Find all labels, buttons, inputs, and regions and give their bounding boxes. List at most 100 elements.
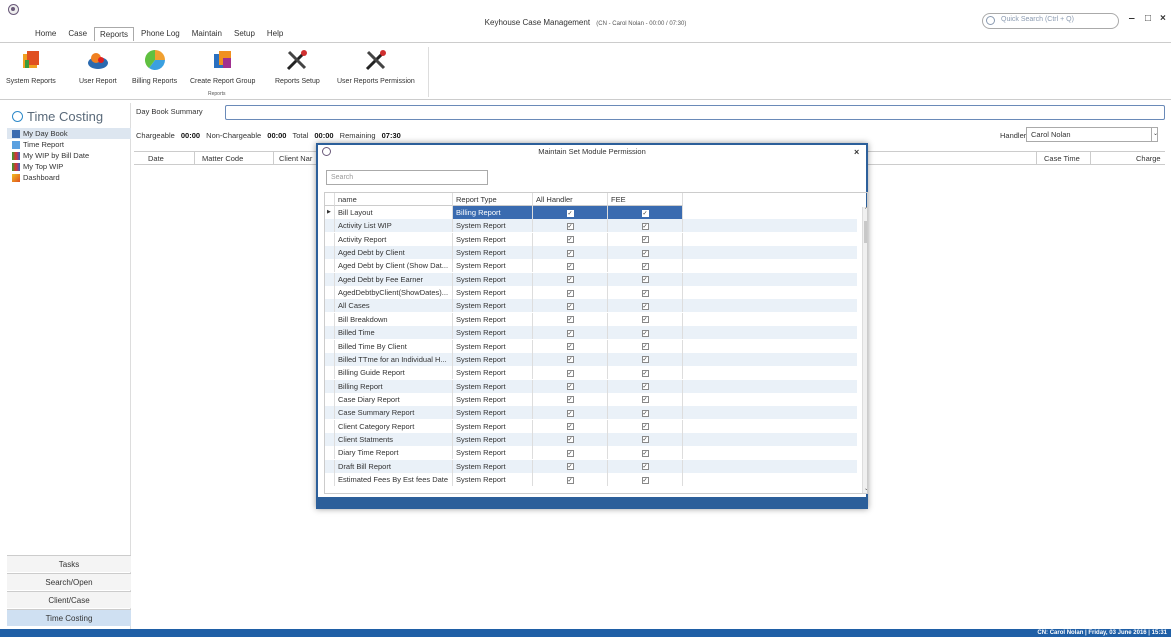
fee-checkbox[interactable]: ✓ [641,436,649,444]
table-row[interactable]: Billed Time By Client System Report ✓ ✓ [325,339,857,353]
fee-checkbox[interactable]: ✓ [641,476,649,484]
table-row[interactable]: Activity List WIP System Report ✓ ✓ [325,219,857,233]
all-handler-checkbox[interactable]: ✓ [566,289,574,297]
all-handler-checkbox[interactable]: ✓ [566,383,574,391]
table-row[interactable]: Aged Debt by Fee Earner System Report ✓ ✓ [325,272,857,286]
app-logo-icon[interactable] [8,4,19,15]
all-handler-checkbox[interactable]: ✓ [566,449,574,457]
table-row[interactable]: Billing Guide Report System Report ✓ ✓ [325,366,857,380]
all-handler-checkbox[interactable]: ✓ [566,343,574,351]
menu-maintain[interactable]: Maintain [187,27,227,41]
fee-checkbox[interactable]: ✓ [641,249,649,257]
day-book-summary-field[interactable] [225,105,1165,120]
all-handler-checkbox[interactable]: ✓ [566,436,574,444]
menu-home[interactable]: Home [30,27,61,41]
quick-search-input[interactable]: Quick Search (Ctrl + Q) [982,13,1119,29]
nav-item-dashboard[interactable]: Dashboard [7,172,131,183]
table-row[interactable]: Aged Debt by Client (Show Dat... System R… [325,259,857,273]
fee-checkbox[interactable]: ✓ [641,329,649,337]
all-handler-checkbox[interactable]: ✓ [566,423,574,431]
table-row[interactable]: Aged Debt by Client System Report ✓ ✓ [325,246,857,260]
fee-checkbox[interactable]: ✓ [641,236,649,244]
all-handler-checkbox[interactable]: ✓ [566,276,574,284]
minimize-button[interactable]: ‒ [1129,13,1135,24]
all-handler-checkbox[interactable]: ✓ [566,369,574,377]
handler-select[interactable]: Carol Nolan [1026,127,1158,142]
close-icon[interactable]: × [854,147,859,157]
fee-checkbox[interactable]: ✓ [641,423,649,431]
table-row[interactable]: ▶ Bill Layout Billing Report ✓ ✓ [325,206,857,219]
column-header-matter-code[interactable]: Matter Code [202,154,243,163]
fee-checkbox[interactable]: ✓ [641,209,649,217]
table-row[interactable]: Client Statments System Report ✓ ✓ [325,432,857,446]
column-header-report-type[interactable]: Report Type [453,193,533,206]
fee-checkbox[interactable]: ✓ [641,463,649,471]
nav-client-case-button[interactable]: Client/Case [7,591,131,608]
all-handler-checkbox[interactable]: ✓ [566,476,574,484]
all-handler-checkbox[interactable]: ✓ [566,356,574,364]
table-row[interactable]: Case Diary Report System Report ✓ ✓ [325,392,857,406]
fee-checkbox[interactable]: ✓ [641,396,649,404]
scroll-up-icon[interactable]: ^ [863,207,867,213]
user-reports-permission-button[interactable]: User Reports Permission [337,48,415,85]
fee-checkbox[interactable]: ✓ [641,302,649,310]
nav-tasks-button[interactable]: Tasks [7,555,131,572]
all-handler-checkbox[interactable]: ✓ [566,236,574,244]
column-header-fee[interactable]: FEE [608,193,683,206]
system-reports-button[interactable]: System Reports [6,48,56,85]
all-handler-checkbox[interactable]: ✓ [566,302,574,310]
fee-checkbox[interactable]: ✓ [641,289,649,297]
column-header-charge[interactable]: Charge [1136,154,1161,163]
billing-reports-button[interactable]: Billing Reports [132,48,177,85]
all-handler-checkbox[interactable]: ✓ [566,316,574,324]
fee-checkbox[interactable]: ✓ [641,262,649,270]
all-handler-checkbox[interactable]: ✓ [566,249,574,257]
nav-item-time-report[interactable]: Time Report [7,139,131,150]
fee-checkbox[interactable]: ✓ [641,409,649,417]
table-row[interactable]: Billing Report System Report ✓ ✓ [325,379,857,393]
table-row[interactable]: Billed Time System Report ✓ ✓ [325,326,857,340]
all-handler-checkbox[interactable]: ✓ [566,463,574,471]
menu-case[interactable]: Case [63,27,92,41]
fee-checkbox[interactable]: ✓ [641,383,649,391]
table-row[interactable]: Activity Report System Report ✓ ✓ [325,232,857,246]
table-row[interactable]: Estimated Fees By Est fees Date System Re… [325,473,857,486]
vertical-scrollbar[interactable]: ^ ⌄ [862,207,867,493]
menu-reports[interactable]: Reports [94,27,135,41]
nav-item-my-top-wip[interactable]: My Top WIP [7,161,131,172]
all-handler-checkbox[interactable]: ✓ [566,222,574,230]
user-report-button[interactable]: User Report [79,48,117,85]
all-handler-checkbox[interactable]: ✓ [566,262,574,270]
table-row[interactable]: Case Summary Report System Report ✓ ✓ [325,406,857,420]
nav-time-costing-button[interactable]: Time Costing [7,609,131,626]
menu-help[interactable]: Help [262,27,288,41]
scroll-down-icon[interactable]: ⌄ [863,485,867,492]
menu-setup[interactable]: Setup [229,27,260,41]
all-handler-checkbox[interactable]: ✓ [566,409,574,417]
column-header-name[interactable]: name [335,193,453,206]
table-row[interactable]: All Cases System Report ✓ ✓ [325,299,857,313]
fee-checkbox[interactable]: ✓ [641,222,649,230]
menu-phone-log[interactable]: Phone Log [136,27,185,41]
column-header-client-name[interactable]: Client Nar [279,154,312,163]
column-header-date[interactable]: Date [148,154,164,163]
nav-search-open-button[interactable]: Search/Open [7,573,131,590]
table-row[interactable]: Bill Breakdown System Report ✓ ✓ [325,312,857,326]
all-handler-checkbox[interactable]: ✓ [566,329,574,337]
fee-checkbox[interactable]: ✓ [641,369,649,377]
fee-checkbox[interactable]: ✓ [641,356,649,364]
table-row[interactable]: Billed TTme for an Individual H... System… [325,352,857,366]
all-handler-checkbox[interactable]: ✓ [566,209,574,217]
reports-setup-button[interactable]: Reports Setup [275,48,320,85]
maximize-button[interactable]: □ [1145,13,1151,24]
chevron-down-icon[interactable]: ⌄ [1151,128,1159,141]
fee-checkbox[interactable]: ✓ [641,276,649,284]
table-row[interactable]: AgedDebtbyClient(ShowDates)... System Rep… [325,286,857,300]
all-handler-checkbox[interactable]: ✓ [566,396,574,404]
nav-item-my-wip-by-bill-date[interactable]: My WIP by Bill Date [7,150,131,161]
table-row[interactable]: Diary Time Report System Report ✓ ✓ [325,446,857,460]
nav-item-my-day-book[interactable]: My Day Book [7,128,131,139]
column-header-case-time[interactable]: Case Time [1044,154,1080,163]
table-row[interactable]: Client Category Report System Report ✓ ✓ [325,419,857,433]
create-report-group-button[interactable]: Create Report Group [190,48,255,85]
